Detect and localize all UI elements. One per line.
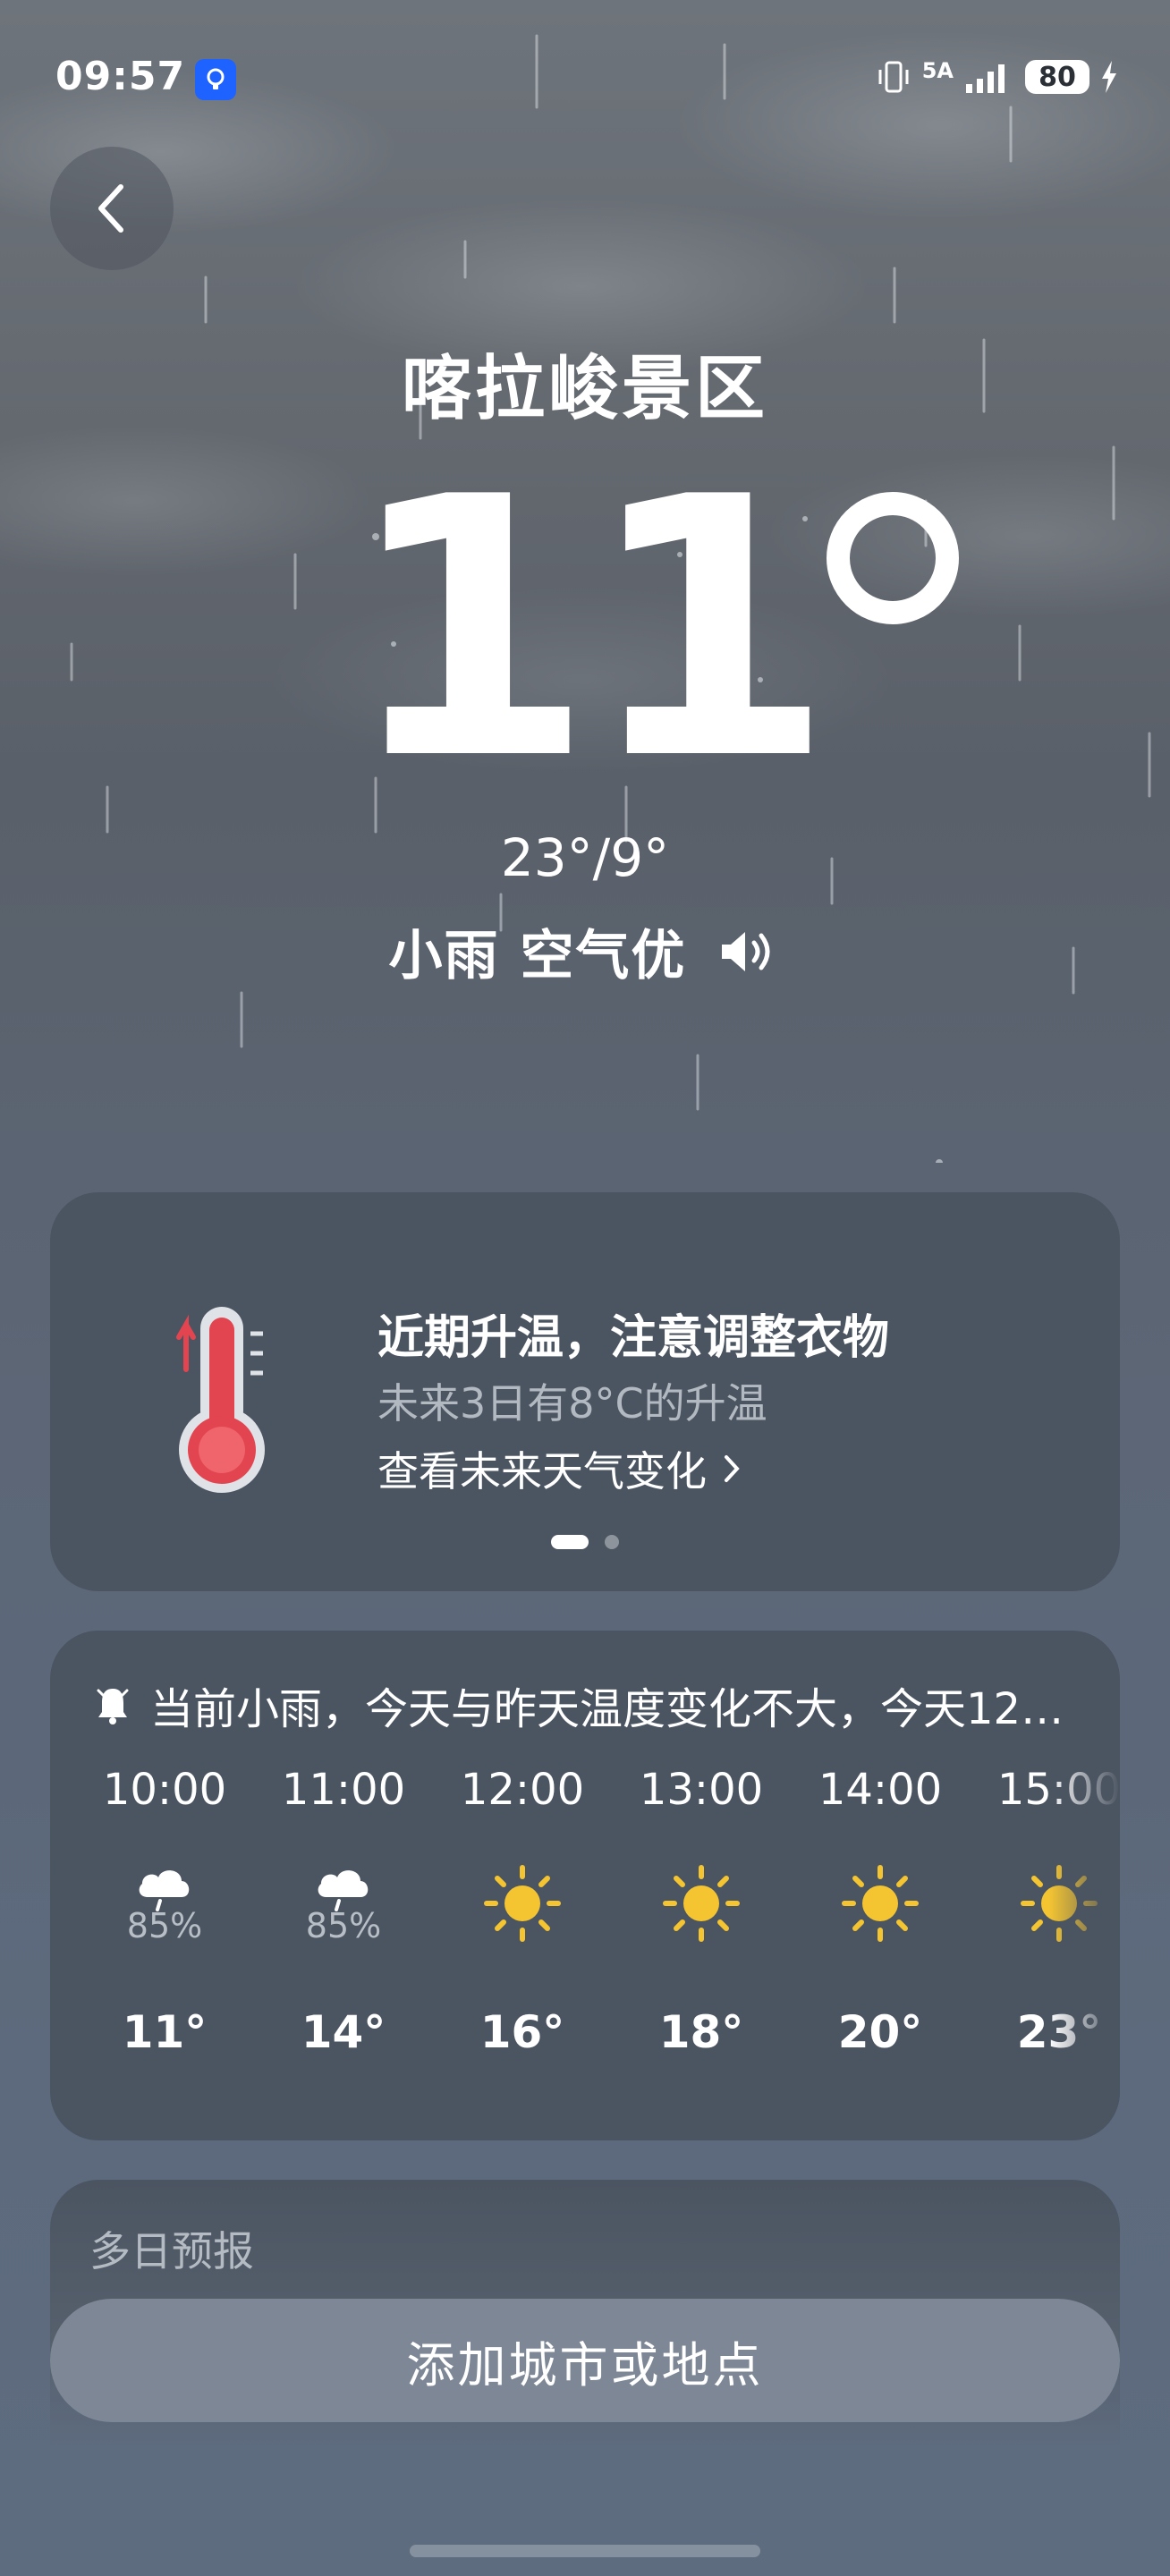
degree-symbol bbox=[827, 492, 960, 624]
hour-time: 12:00 bbox=[460, 1765, 585, 1815]
rain-cloud-icon bbox=[139, 1870, 190, 1911]
precipitation-chance: 85% bbox=[305, 1906, 382, 1945]
vibrate-icon bbox=[878, 61, 909, 93]
add-city-button[interactable]: 添加城市或地点 bbox=[50, 2299, 1120, 2422]
charging-icon bbox=[1102, 61, 1116, 93]
hour-time: 10:00 bbox=[102, 1765, 227, 1815]
chevron-right-icon bbox=[725, 1455, 740, 1482]
city-name: 喀拉峻景区 bbox=[401, 349, 768, 429]
forecast-title: 多日预报 bbox=[89, 2227, 254, 2275]
view-forecast-label: 查看未来天气变化 bbox=[377, 1447, 707, 1496]
back-button[interactable] bbox=[50, 147, 174, 270]
hour-temperature: 18° bbox=[658, 2006, 744, 2058]
tip-title: 近期升温，注意调整衣物 bbox=[377, 1311, 890, 1365]
hour-temperature: 11° bbox=[122, 2006, 208, 2058]
tip-subtitle: 未来3日有8°C的升温 bbox=[377, 1379, 767, 1428]
status-indicators: 5A 80 bbox=[876, 55, 1118, 98]
hour-item: 11:00 85% 14° bbox=[254, 1765, 433, 2058]
chevron-left-icon bbox=[98, 184, 123, 233]
home-indicator[interactable] bbox=[410, 2545, 760, 2557]
notification-app-icon bbox=[195, 59, 236, 100]
bell-icon bbox=[97, 1689, 129, 1724]
sun-icon bbox=[484, 1865, 561, 1942]
carousel-dot-active bbox=[551, 1535, 589, 1549]
hour-item: 13:00 18° bbox=[612, 1765, 791, 2058]
sun-icon bbox=[663, 1865, 740, 1942]
hour-temperature: 20° bbox=[837, 2006, 923, 2058]
temperature-range: 23°/9° bbox=[500, 827, 670, 888]
hourly-summary-text: 当前小雨，今天与昨天温度变化不大，今天12… bbox=[150, 1684, 1064, 1734]
view-forecast-link[interactable]: 查看未来天气变化 bbox=[377, 1439, 741, 1498]
scroll-fade bbox=[1048, 1747, 1120, 2140]
thermometer-icon bbox=[176, 1307, 265, 1493]
carousel-dot bbox=[605, 1535, 619, 1549]
current-temperature: 11 bbox=[345, 452, 960, 809]
network-type: 5A bbox=[921, 58, 954, 83]
hour-time: 13:00 bbox=[639, 1765, 764, 1815]
hour-item: 10:00 85% 11° bbox=[75, 1765, 254, 2058]
speaker-icon[interactable] bbox=[718, 927, 781, 977]
hour-time: 14:00 bbox=[818, 1765, 943, 1815]
weather-condition: 小雨 空气优 bbox=[388, 925, 687, 987]
hour-item: 12:00 16° bbox=[433, 1765, 612, 2058]
status-time: 09:57 bbox=[55, 54, 186, 99]
hourly-forecast-card[interactable]: 当前小雨，今天与昨天温度变化不大，今天12… 10:00 85% 11° 11:… bbox=[50, 1631, 1120, 2140]
signal-icon bbox=[966, 64, 1005, 93]
rain-cloud-icon bbox=[318, 1870, 369, 1911]
battery-level: 80 bbox=[1025, 60, 1089, 94]
weather-tip-card[interactable]: 近期升温，注意调整衣物 未来3日有8°C的升温 查看未来天气变化 bbox=[50, 1192, 1120, 1591]
carousel-indicator bbox=[50, 1535, 1120, 1549]
sun-icon bbox=[842, 1865, 919, 1942]
hour-item: 14:00 20° bbox=[791, 1765, 970, 2058]
hour-temperature: 14° bbox=[301, 2006, 386, 2058]
hour-time: 11:00 bbox=[281, 1765, 406, 1815]
hour-temperature: 16° bbox=[479, 2006, 565, 2058]
precipitation-chance: 85% bbox=[126, 1906, 203, 1945]
